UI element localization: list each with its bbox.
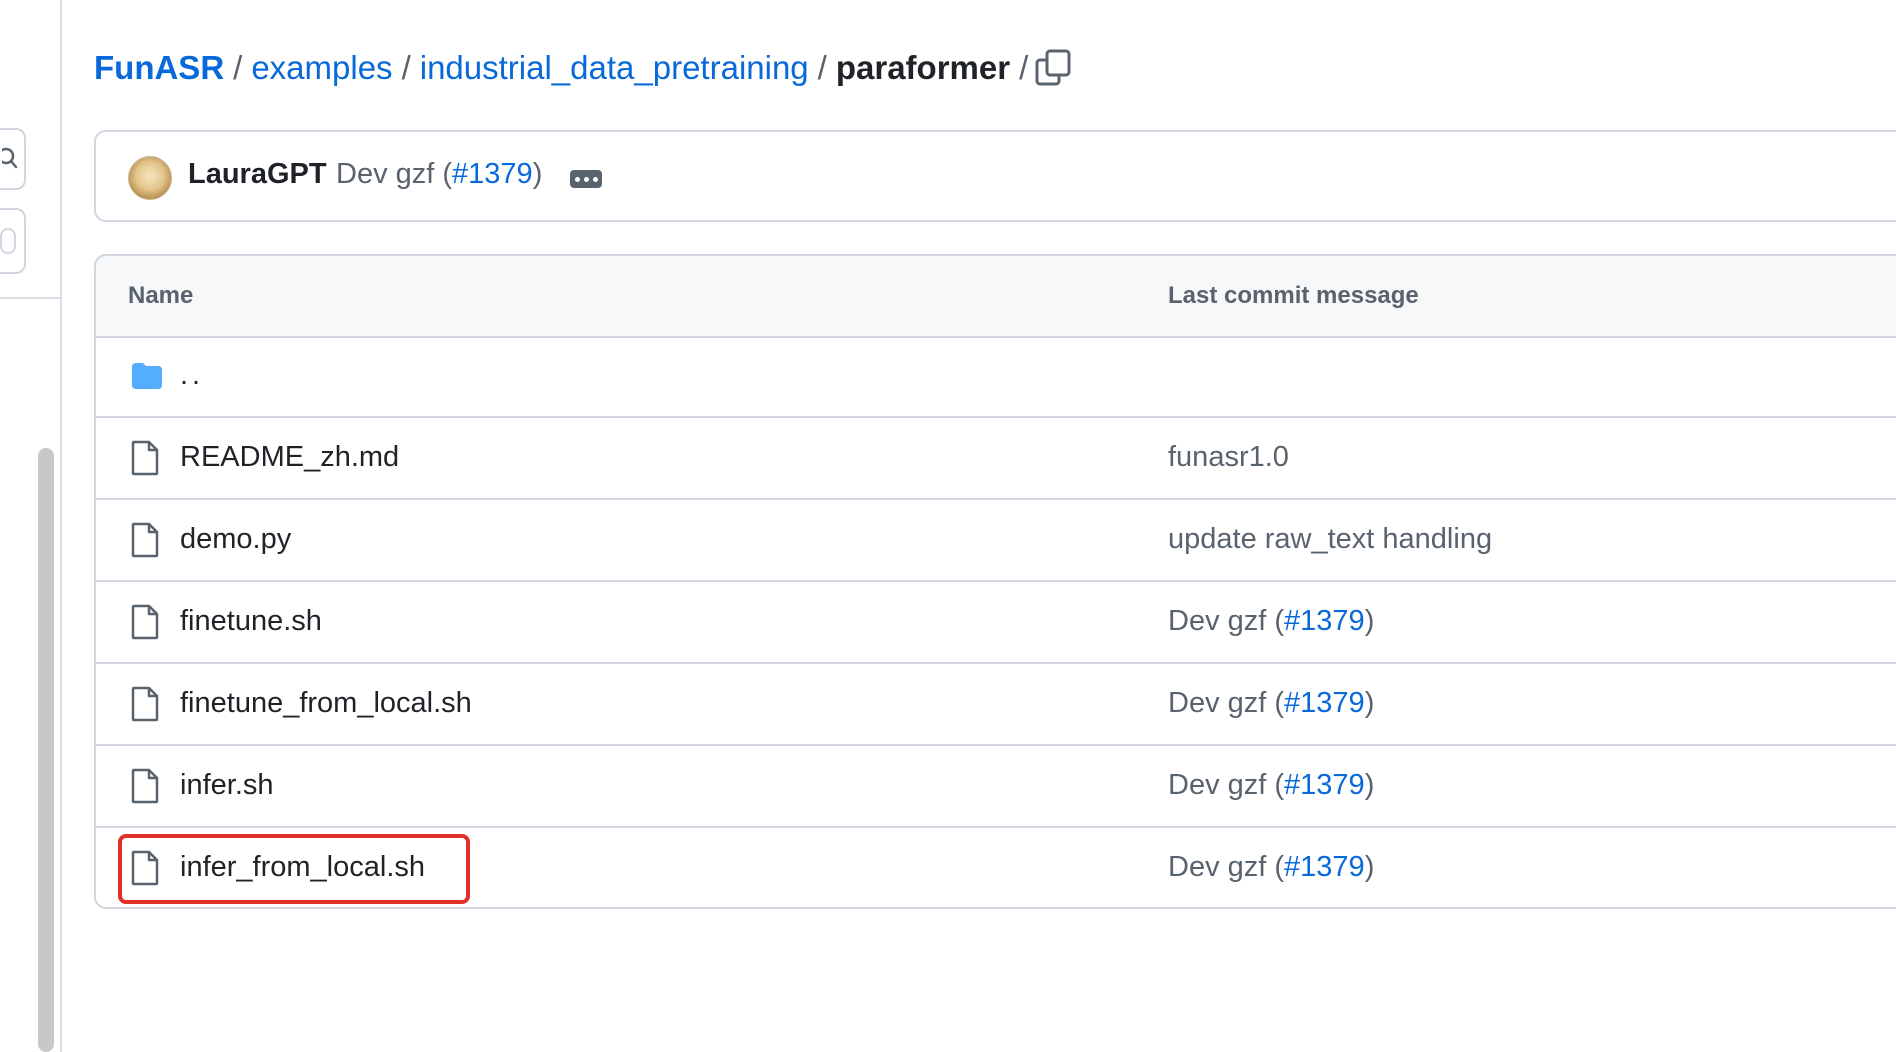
- file-name-link[interactable]: finetune_from_local.sh: [180, 687, 472, 720]
- file-icon: [131, 522, 159, 558]
- sidebar-scrollbar[interactable]: [38, 448, 54, 1052]
- left-sidebar: [0, 0, 62, 1052]
- commit-message-suffix: ): [1364, 851, 1375, 883]
- breadcrumb-repo-link[interactable]: FunASR: [94, 49, 224, 87]
- breadcrumb-separator: /: [1019, 49, 1029, 86]
- commit-message-suffix: ): [1364, 605, 1375, 637]
- copy-path-button[interactable]: [1034, 48, 1074, 88]
- commit-message-text: Dev gzf (: [336, 158, 453, 190]
- breadcrumb-separator: /: [401, 49, 411, 86]
- table-header: Name Last commit message: [96, 256, 1896, 338]
- commit-message-cell: Dev gzf (#1379): [1168, 769, 1374, 802]
- commit-message-text[interactable]: Dev gzf (: [1168, 769, 1284, 801]
- folder-icon: [132, 363, 162, 389]
- breadcrumb-examples-link[interactable]: examples: [251, 49, 392, 87]
- sidebar-search-button[interactable]: [0, 128, 26, 190]
- commit-message-suffix: ): [1364, 687, 1375, 719]
- commit-message-suffix: ): [1364, 769, 1375, 801]
- table-row[interactable]: demo.py update raw_text handling: [96, 500, 1896, 582]
- file-name-link[interactable]: README_zh.md: [180, 441, 399, 474]
- commit-message-suffix: ): [532, 158, 543, 190]
- commit-pr-link[interactable]: #1379: [1284, 605, 1365, 637]
- breadcrumb-industrial-link[interactable]: industrial_data_pretraining: [420, 49, 809, 87]
- commit-message-cell: Dev gzf (#1379): [1168, 605, 1374, 638]
- filter-field-edge: [0, 228, 16, 254]
- parent-dir-link[interactable]: ..: [180, 359, 204, 392]
- breadcrumb-separator: /: [817, 49, 827, 86]
- file-table: Name Last commit message .. README_zh.md…: [94, 254, 1896, 909]
- file-name-link[interactable]: finetune.sh: [180, 605, 322, 638]
- commit-message-cell: update raw_text handling: [1168, 523, 1492, 556]
- table-row[interactable]: finetune.sh Dev gzf (#1379): [96, 582, 1896, 664]
- commit-message-cell: funasr1.0: [1168, 441, 1289, 474]
- table-row-parent-dir[interactable]: ..: [96, 336, 1896, 418]
- commit-pr-link[interactable]: #1379: [452, 158, 533, 190]
- commit-message-text[interactable]: funasr1.0: [1168, 441, 1289, 473]
- latest-commit-box: LauraGPT Dev gzf (#1379): [94, 130, 1896, 222]
- search-icon: [2, 147, 18, 169]
- file-name-link[interactable]: demo.py: [180, 523, 291, 556]
- sidebar-filter-input[interactable]: [0, 208, 26, 274]
- table-row[interactable]: README_zh.md funasr1.0: [96, 418, 1896, 500]
- commit-pr-link[interactable]: #1379: [1284, 769, 1365, 801]
- column-header-name: Name: [128, 282, 194, 309]
- commit-message-text[interactable]: Dev gzf (: [1168, 687, 1284, 719]
- ellipsis-dot: [574, 176, 580, 182]
- commit-message-text[interactable]: Dev gzf (: [1168, 605, 1284, 637]
- table-row[interactable]: finetune_from_local.sh Dev gzf (#1379): [96, 664, 1896, 746]
- ellipsis-dot: [583, 176, 589, 182]
- breadcrumb-current: paraformer: [835, 49, 1011, 86]
- sidebar-divider: [0, 297, 60, 299]
- file-name-link[interactable]: infer.sh: [180, 769, 274, 802]
- column-header-last-commit: Last commit message: [1168, 282, 1419, 309]
- breadcrumb-separator: /: [233, 49, 243, 86]
- ellipsis-dot: [592, 176, 598, 182]
- highlight-box: [118, 834, 470, 904]
- commit-pr-link[interactable]: #1379: [1284, 687, 1365, 719]
- table-row[interactable]: infer.sh Dev gzf (#1379): [96, 746, 1896, 828]
- commit-message-cell: Dev gzf (#1379): [1168, 851, 1374, 884]
- breadcrumb: FunASR / examples / industrial_data_pret…: [94, 44, 1037, 92]
- commit-message-text[interactable]: Dev gzf (: [1168, 851, 1284, 883]
- file-icon: [131, 604, 159, 640]
- commit-message-cell: Dev gzf (#1379): [1168, 687, 1374, 720]
- commit-author-link[interactable]: LauraGPT: [188, 158, 327, 191]
- avatar[interactable]: [128, 156, 172, 200]
- file-icon: [131, 768, 159, 804]
- commit-pr-link[interactable]: #1379: [1284, 851, 1365, 883]
- commit-expand-button[interactable]: [570, 170, 602, 188]
- file-icon: [131, 686, 159, 722]
- copy-icon: [1035, 49, 1071, 86]
- commit-message-text[interactable]: update raw_text handling: [1168, 523, 1492, 555]
- file-icon: [131, 440, 159, 476]
- commit-message: Dev gzf (#1379): [336, 158, 542, 191]
